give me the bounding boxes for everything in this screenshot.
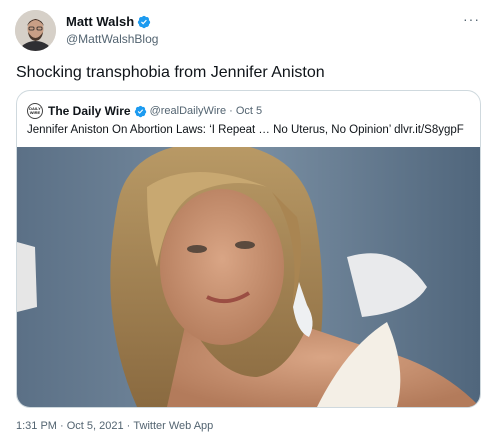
avatar[interactable] [15, 10, 56, 51]
tweet-time[interactable]: 1:31 PM [16, 420, 57, 432]
author-block: Matt Walsh @MattWalshBlog [66, 13, 158, 46]
verified-badge-icon [134, 105, 146, 117]
meta-separator: · [56, 420, 67, 432]
quoted-separator: · [229, 105, 233, 117]
verified-badge-icon [138, 15, 151, 28]
daily-wire-logo: DAILY WIRE [27, 103, 43, 119]
quoted-author-name[interactable]: The Daily Wire [48, 104, 131, 118]
quoted-text: Jennifer Aniston On Abortion Laws: ‘I Re… [27, 124, 464, 136]
author-handle[interactable]: @MattWalshBlog [66, 32, 158, 46]
quoted-date[interactable]: Oct 5 [236, 105, 262, 117]
daily-wire-logo-text: DAILY WIRE [29, 106, 41, 115]
more-icon[interactable]: ··· [463, 12, 480, 26]
tweet-card: Matt Walsh @MattWalshBlog ··· Shocking t… [0, 0, 500, 439]
quoted-tweet[interactable]: DAILY WIRE The Daily Wire @realDailyWire… [16, 90, 481, 408]
tweet-text: Shocking transphobia from Jennifer Anist… [16, 64, 325, 81]
quoted-header: DAILY WIRE The Daily Wire @realDailyWire… [27, 103, 262, 119]
author-name[interactable]: Matt Walsh [66, 14, 134, 29]
tweet-source[interactable]: Twitter Web App [133, 420, 213, 432]
meta-separator: · [123, 420, 134, 432]
tweet-date[interactable]: Oct 5, 2021 [67, 420, 124, 432]
quoted-author-handle[interactable]: @realDailyWire [150, 105, 227, 117]
quoted-photo[interactable] [17, 147, 480, 407]
tweet-metadata: 1:31 PM · Oct 5, 2021 · Twitter Web App [16, 420, 213, 432]
